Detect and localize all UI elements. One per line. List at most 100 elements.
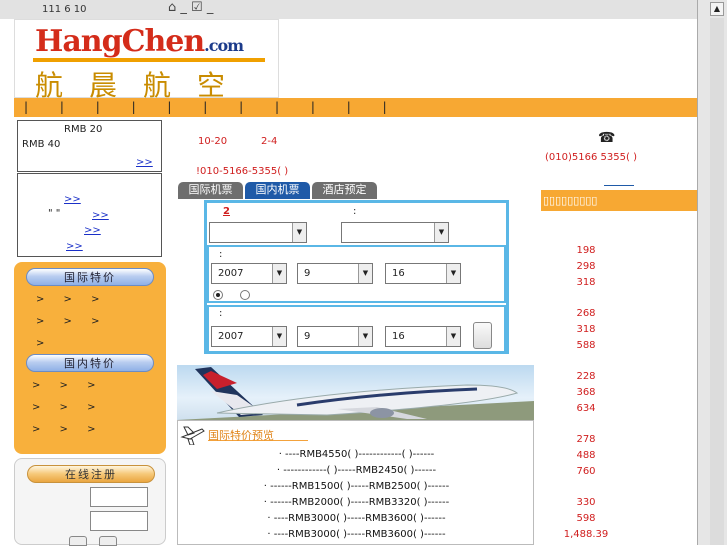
colon-label: : [219,249,223,260]
chevron-down-icon: ▼ [292,223,306,242]
left-links-box: >> " " >> >> >> [17,173,162,257]
fare-line-3[interactable]: · ------RMB1500( )-----RMB2500( )------ [178,481,535,492]
price-14[interactable]: 598 [541,513,631,524]
price-3[interactable]: 318 [541,277,631,288]
fare-line-6[interactable]: · ----RMB3000( )-----RMB3600( )------ [178,529,535,540]
underscore-2: _ [206,0,214,15]
tab-hotel-booking[interactable]: 酒店预定 [312,182,377,199]
intl-specials-title[interactable]: 国际特价 [26,268,154,286]
chevron-down-icon: ▼ [358,264,372,283]
logo-band [33,58,265,62]
scroll-up-icon[interactable]: ▲ [710,2,724,16]
top-strip: 111 6 10 ⌂ _ ☑ _ [0,0,697,19]
more-link[interactable]: >> [136,157,153,168]
price-5[interactable]: 318 [541,324,631,335]
info-line-1: RMB 20 [64,124,103,135]
search-button[interactable] [473,322,492,349]
tab-intl-tickets[interactable]: 国际机票 [178,182,243,199]
price-6[interactable]: 588 [541,340,631,351]
contact-underline [604,185,634,186]
tab-domestic-tickets[interactable]: 国内机票 [245,182,310,199]
depart-month-value: 9 [304,268,311,279]
depart-month-select[interactable]: 9 ▼ [297,263,373,284]
price-2[interactable]: 298 [541,261,631,272]
top-numbers: 111 6 10 [42,4,87,15]
fare-line-1[interactable]: · ----RMB4550( )------------( )------ [178,449,535,460]
fare-line-2[interactable]: · ------------( )-----RMB2450( )------ [178,465,535,476]
price-list: 198 298 318 268 318 588 228 368 634 278 … [541,211,697,545]
top-icons[interactable]: ⌂ _ ☑ _ [168,0,213,15]
colon-label: : [219,308,223,319]
price-8[interactable]: 368 [541,387,631,398]
price-12[interactable]: 760 [541,466,631,477]
dom-row-1[interactable]: > > > [32,380,104,391]
return-day-select[interactable]: 16 ▼ [385,326,461,347]
return-month-value: 9 [304,331,311,342]
checkbox-icon[interactable]: ☑ [191,0,203,15]
nav-bar: | | | | | | | | | | | [14,98,697,117]
site-logo[interactable]: HangChen.com 航晨航空 [14,19,279,102]
link-4[interactable]: >> [66,241,83,252]
price-11[interactable]: 488 [541,450,631,461]
depart-year-value: 2007 [218,268,244,279]
round-trip-radio[interactable] [240,290,250,300]
chevron-down-icon: ▼ [358,327,372,346]
register-panel: 在线注册 [14,458,166,546]
intl-row-3[interactable]: > [36,338,52,349]
airplane-icon [180,423,206,446]
return-year-value: 2007 [218,331,244,342]
price-13[interactable]: 330 [541,497,631,508]
colon-label: : [353,206,357,217]
dom-row-2[interactable]: > > > [32,402,104,413]
depart-day-select[interactable]: 16 ▼ [385,263,461,284]
price-4[interactable]: 268 [541,308,631,319]
register-title: 在线注册 [27,465,155,483]
price-1[interactable]: 198 [541,245,631,256]
price-15[interactable]: 1,488.39 [541,529,631,540]
price-9[interactable]: 634 [541,403,631,414]
step-marker: 2 [223,206,230,217]
link-1[interactable]: >> [64,194,81,205]
fare-line-4[interactable]: · ------RMB2000( )-----RMB3320( )------ [178,497,535,508]
nav-separators: | | | | | | | | | | | [24,100,401,114]
preview-title: 国际特价预览 [208,429,274,442]
password-input[interactable] [90,511,148,531]
arrival-city-select[interactable]: ▼ [341,222,449,243]
depart-day-value: 16 [392,268,405,279]
airplane-image [177,367,534,420]
scroll-track[interactable] [710,18,724,545]
link-3[interactable]: >> [84,225,101,236]
depart-year-select[interactable]: 2007 ▼ [211,263,287,284]
chevron-down-icon: ▼ [272,327,286,346]
home-icon[interactable]: ⌂ [168,0,176,15]
departure-city-select[interactable]: ▼ [209,222,307,243]
domestic-specials-title[interactable]: 国内特价 [26,354,154,372]
intl-row-1[interactable]: > > > [36,294,108,305]
return-month-select[interactable]: 9 ▼ [297,326,373,347]
return-year-select[interactable]: 2007 ▼ [211,326,287,347]
flight-search-form: 2 : ▼ ▼ : 2007 ▼ 9 ▼ 16 ▼ : 2007 ▼ 9 ▼ 16 ▼ [204,200,509,354]
special-offers-panel: 国际特价 > > > > > > > 国内特价 > > > > > > > > … [14,262,166,454]
chevron-down-icon: ▼ [446,327,460,346]
preview-title-rule: 国际特价预览 [208,427,308,442]
left-info-box: RMB 20 RMB 40 >> [17,120,162,172]
logo-hang: Hang [35,24,123,59]
intl-row-2[interactable]: > > > [36,316,108,327]
price-10[interactable]: 278 [541,434,631,445]
phone-icon: ☎ [598,130,616,146]
logo-com: .com [204,36,244,55]
price-7[interactable]: 228 [541,371,631,382]
header-blocks: ▯▯▯▯▯▯▯▯▯ [543,194,598,207]
airplane-banner[interactable] [177,365,534,420]
vertical-scrollbar[interactable]: ▲ [697,0,727,545]
date-range-a: 10-20 [198,136,228,147]
fare-line-5[interactable]: · ----RMB3000( )-----RMB3600( )------ [178,513,535,524]
underscore: _ [180,0,187,15]
link-2[interactable]: >> [92,210,109,221]
dom-row-3[interactable]: > > > [32,424,104,435]
username-input[interactable] [90,487,148,507]
return-day-value: 16 [392,331,405,342]
chevron-down-icon: ▼ [434,223,448,242]
right-price-header: ▯▯▯▯▯▯▯▯▯ [541,190,697,211]
one-way-radio[interactable] [213,290,223,300]
